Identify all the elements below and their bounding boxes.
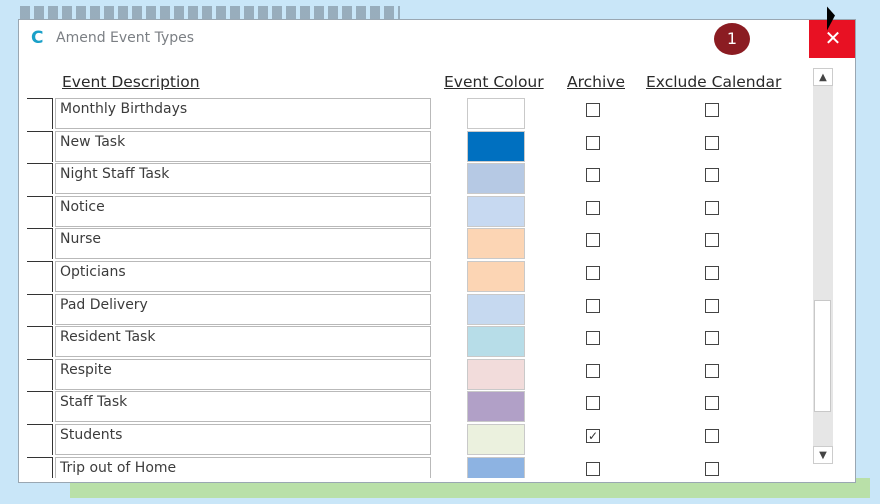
table-row: Night Staff Task <box>19 163 809 195</box>
row-selector[interactable] <box>27 326 53 358</box>
archive-checkbox[interactable] <box>586 135 600 150</box>
dialog-title: Amend Event Types <box>56 30 195 46</box>
archive-checkbox[interactable]: ✓ <box>586 429 600 443</box>
table-row: Nurse <box>19 228 809 260</box>
event-type-list: Monthly Birthdays New Task Night Staff Tas… <box>19 98 809 478</box>
title-bar[interactable]: C Amend Event Types 1 ✕ <box>19 20 855 58</box>
event-description-field[interactable]: Opticians <box>55 261 431 292</box>
scroll-thumb[interactable] <box>814 300 831 412</box>
table-row: Respite <box>19 358 809 391</box>
row-selector[interactable] <box>27 98 53 129</box>
exclude-calendar-checkbox[interactable] <box>705 233 719 248</box>
row-selector[interactable] <box>27 228 53 260</box>
exclude-calendar-checkbox[interactable] <box>705 331 719 346</box>
event-colour-swatch[interactable] <box>467 163 525 195</box>
event-description-field[interactable]: Respite <box>55 358 431 390</box>
row-selector[interactable] <box>27 130 53 162</box>
event-colour-swatch[interactable] <box>467 293 525 325</box>
event-description-field[interactable]: New Task <box>55 130 431 162</box>
app-logo-icon: C <box>31 28 44 48</box>
row-selector[interactable] <box>27 358 53 390</box>
event-description-field[interactable]: Students <box>55 424 431 455</box>
header-event-colour: Event Colour <box>444 73 544 91</box>
event-colour-swatch[interactable] <box>467 424 525 455</box>
exclude-calendar-checkbox[interactable] <box>705 135 719 150</box>
event-description-field[interactable]: Trip out of Home <box>55 456 431 478</box>
event-colour-swatch[interactable] <box>467 358 525 390</box>
exclude-calendar-checkbox[interactable] <box>705 363 719 378</box>
event-colour-swatch[interactable] <box>467 228 525 260</box>
archive-checkbox[interactable] <box>586 363 600 378</box>
event-description-field[interactable]: Pad Delivery <box>55 293 431 325</box>
archive-checkbox[interactable] <box>586 331 600 346</box>
exclude-calendar-checkbox[interactable] <box>705 168 719 183</box>
exclude-calendar-checkbox[interactable] <box>705 266 719 280</box>
table-row: Monthly Birthdays <box>19 98 809 130</box>
row-selector[interactable] <box>27 424 53 455</box>
table-row: Trip out of Home <box>19 456 809 478</box>
table-row: Pad Delivery <box>19 293 809 326</box>
event-description-field[interactable]: Resident Task <box>55 326 431 358</box>
mouse-cursor-icon <box>827 6 835 34</box>
row-selector[interactable] <box>27 195 53 227</box>
event-colour-swatch[interactable] <box>467 130 525 162</box>
header-archive: Archive <box>567 73 625 91</box>
archive-checkbox[interactable] <box>586 396 600 411</box>
table-row: Resident Task <box>19 326 809 358</box>
row-selector[interactable] <box>27 456 53 478</box>
archive-checkbox[interactable] <box>586 200 600 215</box>
table-row: New Task <box>19 130 809 163</box>
event-colour-swatch[interactable] <box>467 195 525 227</box>
event-colour-swatch[interactable] <box>467 456 525 478</box>
event-description-field[interactable]: Notice <box>55 195 431 227</box>
event-colour-swatch[interactable] <box>467 326 525 358</box>
archive-checkbox[interactable] <box>586 168 600 183</box>
background-window-text <box>20 6 400 20</box>
scroll-up-button[interactable]: ▲ <box>813 68 833 86</box>
table-row: Notice <box>19 195 809 228</box>
header-exclude-calendar: Exclude Calendar <box>646 73 782 91</box>
event-colour-swatch[interactable] <box>467 98 525 129</box>
archive-checkbox[interactable] <box>586 103 600 117</box>
exclude-calendar-checkbox[interactable] <box>705 200 719 215</box>
exclude-calendar-checkbox[interactable] <box>705 461 719 476</box>
exclude-calendar-checkbox[interactable] <box>705 103 719 117</box>
exclude-calendar-checkbox[interactable] <box>705 396 719 411</box>
vertical-scrollbar[interactable]: ▲ ▼ <box>813 68 833 464</box>
header-event-description: Event Description <box>62 73 200 91</box>
exclude-calendar-checkbox[interactable] <box>705 298 719 313</box>
archive-checkbox[interactable] <box>586 298 600 313</box>
event-description-field[interactable]: Night Staff Task <box>55 163 431 195</box>
archive-checkbox[interactable] <box>586 266 600 280</box>
row-selector[interactable] <box>27 391 53 423</box>
amend-event-types-dialog: C Amend Event Types 1 ✕ Event Descriptio… <box>18 19 856 483</box>
table-row: Opticians <box>19 261 809 293</box>
event-description-field[interactable]: Nurse <box>55 228 431 260</box>
event-colour-swatch[interactable] <box>467 391 525 423</box>
row-selector[interactable] <box>27 163 53 195</box>
exclude-calendar-checkbox[interactable] <box>705 429 719 443</box>
step-badge: 1 <box>714 23 750 55</box>
scroll-down-button[interactable]: ▼ <box>813 446 833 464</box>
archive-checkbox[interactable] <box>586 233 600 248</box>
archive-checkbox[interactable] <box>586 461 600 476</box>
table-row: Staff Task <box>19 391 809 423</box>
row-selector[interactable] <box>27 261 53 292</box>
table-row: Students ✓ <box>19 424 809 456</box>
event-description-field[interactable]: Staff Task <box>55 391 431 423</box>
event-description-field[interactable]: Monthly Birthdays <box>55 98 431 129</box>
event-colour-swatch[interactable] <box>467 261 525 292</box>
row-selector[interactable] <box>27 293 53 325</box>
